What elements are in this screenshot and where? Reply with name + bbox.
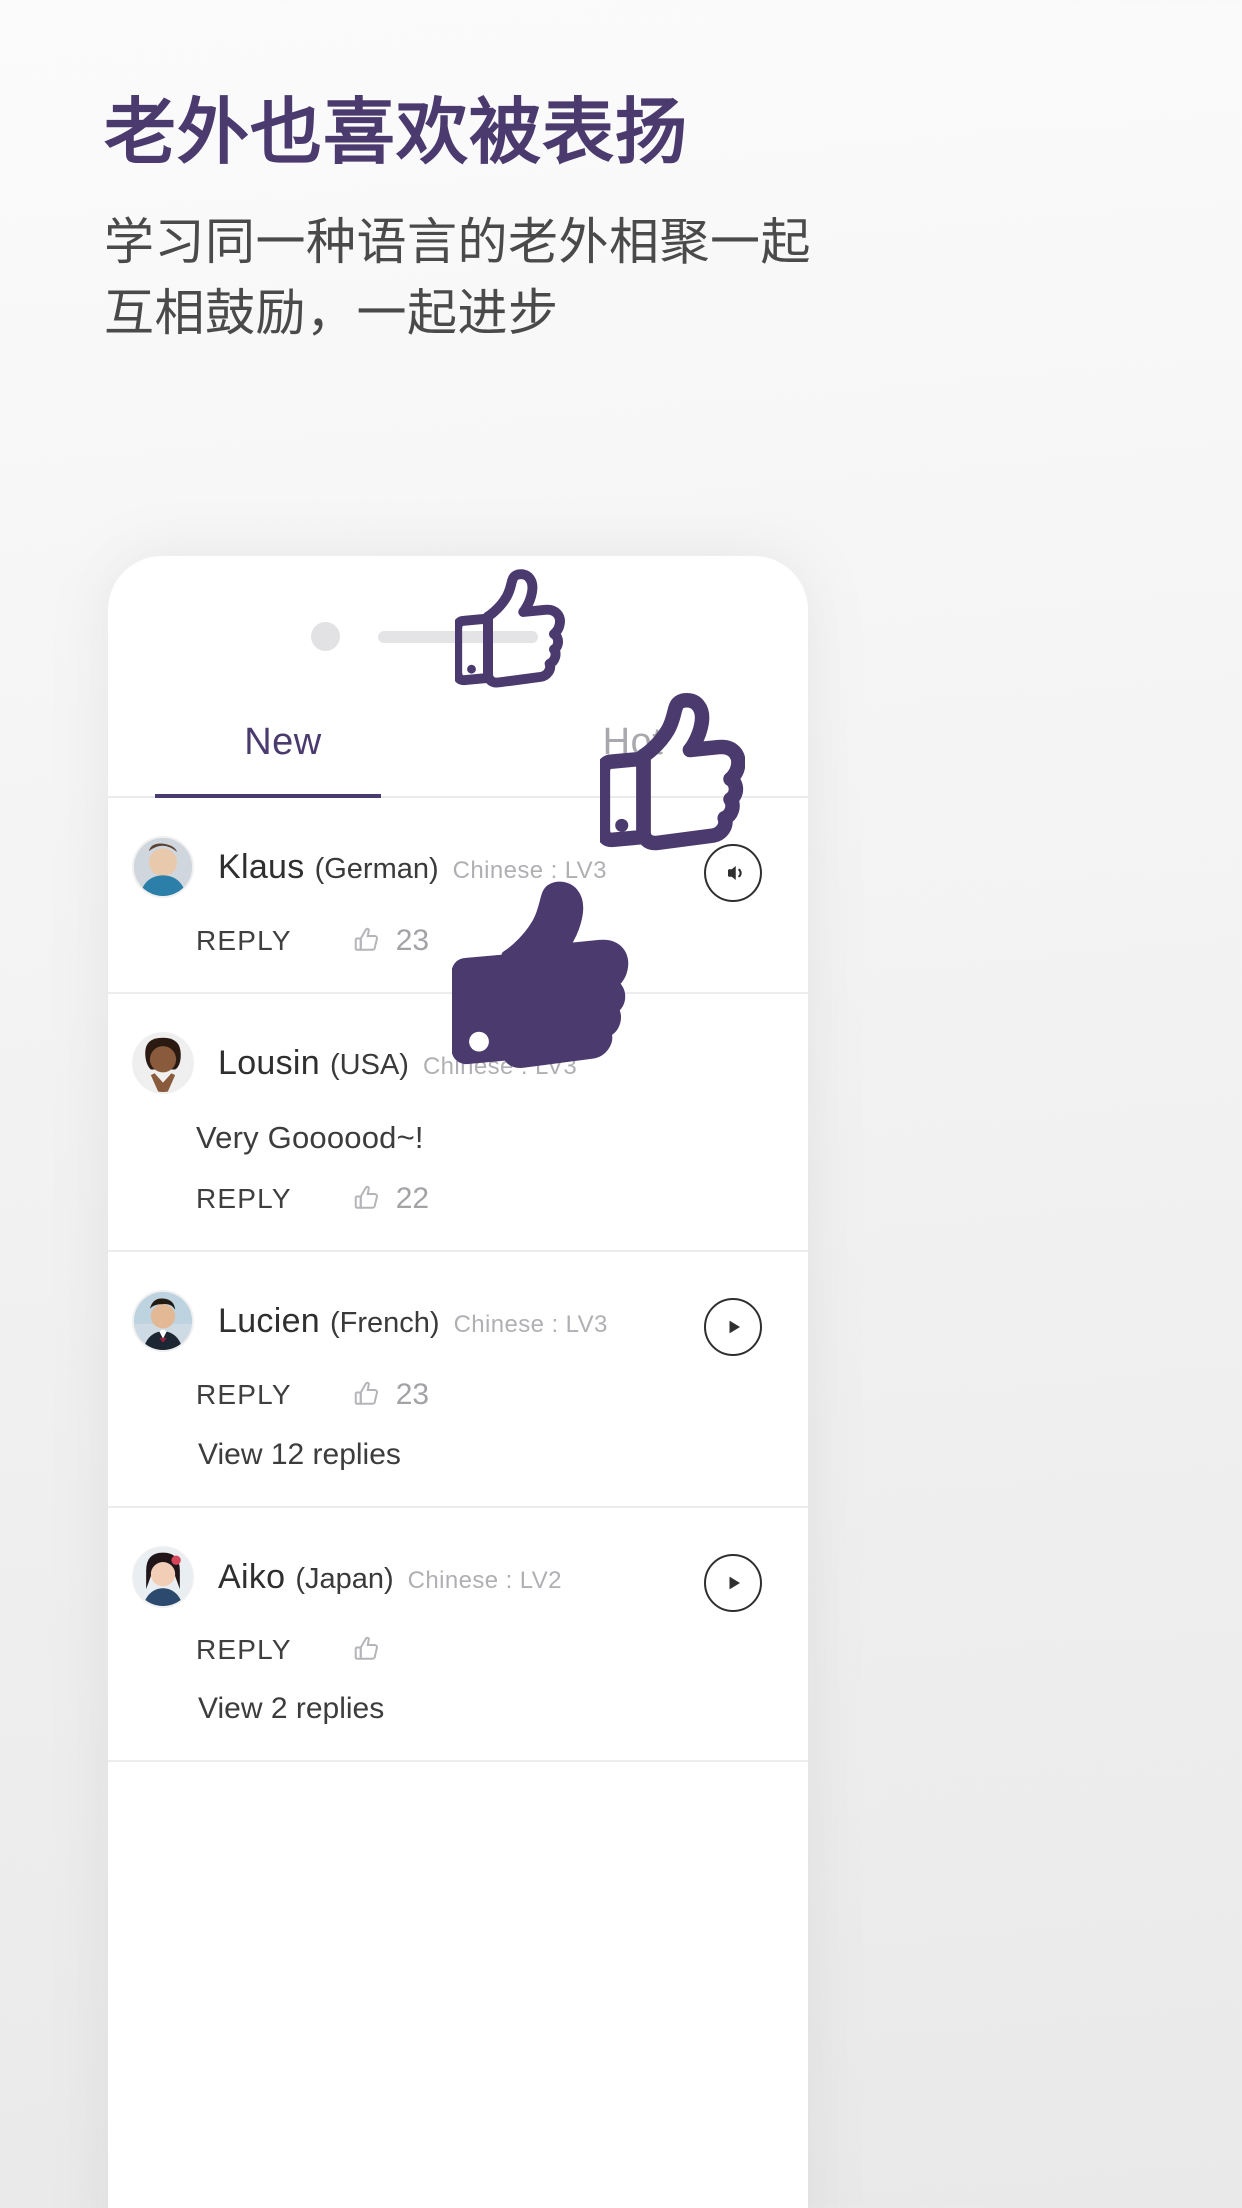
user-country: (USA) xyxy=(330,1048,409,1081)
phone-mockup-card: New Hot Klaus (German) Chinese: LV3 REP… xyxy=(108,556,808,2208)
page-subtitle-line-1: 学习同一种语言的老外相聚一起 xyxy=(104,212,811,271)
user-identity: Lousin (USA) Chinese : LV3 xyxy=(218,1044,577,1083)
user-identity: Aiko (Japan) Chinese : LV2 xyxy=(218,1558,562,1597)
table-row[interactable]: Lucien (French) Chinese : LV3 REPLY 23 V… xyxy=(108,1252,808,1508)
user-level: Chinese : LV3 xyxy=(453,1310,608,1338)
comment-header: Aiko (Japan) Chinese : LV2 xyxy=(128,1546,762,1608)
user-name: Lucien xyxy=(218,1301,320,1340)
avatar xyxy=(132,1546,194,1608)
table-row[interactable]: Lousin (USA) Chinese : LV3 Very Goooood~… xyxy=(108,994,808,1252)
comment-list: Klaus (German) Chinese : LV3 REPLY 23 Lo… xyxy=(108,798,808,1762)
like-count: 22 xyxy=(395,1182,430,1215)
thumbs-up-icon xyxy=(354,927,378,951)
tab-new[interactable]: New xyxy=(108,686,458,798)
page-subtitle-line-2: 互相鼓励，一起进步 xyxy=(104,283,559,342)
table-row[interactable]: Klaus (German) Chinese : LV3 REPLY 23 xyxy=(108,798,808,994)
comment-text: Very Goooood~! xyxy=(196,1120,424,1155)
status-pill-icon xyxy=(378,631,538,643)
comment-header: Lousin (USA) Chinese : LV3 xyxy=(128,1032,762,1094)
comment-actions: REPLY 23 xyxy=(196,1378,762,1412)
thumbs-up-icon xyxy=(354,1381,378,1405)
page-title: 老外也喜欢被表扬 xyxy=(104,90,689,174)
like-button[interactable]: 23 xyxy=(352,924,429,958)
comment-actions: REPLY 22 xyxy=(196,1182,762,1216)
sound-icon[interactable] xyxy=(704,844,762,902)
comment-actions: REPLY xyxy=(196,1634,762,1666)
like-button[interactable]: 23 xyxy=(352,1378,429,1412)
view-replies-link[interactable]: View 2 replies xyxy=(198,1692,762,1726)
like-count: 23 xyxy=(395,1378,430,1411)
tab-new-label: New xyxy=(244,720,322,763)
play-icon[interactable] xyxy=(704,1298,762,1356)
user-country: (German) xyxy=(314,852,439,885)
user-identity: Klaus (German) Chinese : LV3 xyxy=(218,848,607,887)
user-name: Aiko xyxy=(218,1557,286,1596)
page-subtitle: 学习同一种语言的老外相聚一起 互相鼓励，一起进步 xyxy=(104,207,1144,349)
user-level: Chinese : LV3 xyxy=(422,1052,578,1080)
comment-header: Lucien (French) Chinese : LV3 xyxy=(128,1290,762,1352)
reply-button[interactable]: REPLY xyxy=(196,1183,292,1215)
status-dot-icon xyxy=(311,622,340,651)
thumbs-up-icon xyxy=(354,1185,378,1209)
like-button[interactable] xyxy=(352,1635,396,1665)
comment-header: Klaus (German) Chinese : LV3 xyxy=(128,836,762,898)
reply-button[interactable]: REPLY xyxy=(196,1379,292,1411)
tab-hot[interactable]: Hot xyxy=(458,686,808,798)
avatar xyxy=(132,836,194,898)
user-country: (Japan) xyxy=(295,1562,394,1595)
user-country: (French) xyxy=(330,1306,440,1339)
table-row[interactable]: Aiko (Japan) Chinese : LV2 REPLY View 2 … xyxy=(108,1508,808,1762)
user-identity: Lucien (French) Chinese : LV3 xyxy=(218,1302,608,1341)
user-level: Chinese : LV3 xyxy=(452,856,607,884)
like-button[interactable]: 22 xyxy=(352,1182,429,1216)
like-count: 23 xyxy=(395,924,430,957)
tab-hot-label: Hot xyxy=(602,720,664,763)
comment-actions: REPLY 23 xyxy=(196,924,762,958)
user-level: Chinese : LV2 xyxy=(407,1566,562,1594)
tab-bar: New Hot xyxy=(108,686,808,798)
reply-button[interactable]: REPLY xyxy=(196,1634,292,1666)
user-name: Klaus xyxy=(218,847,305,886)
thumbs-up-icon xyxy=(354,1636,378,1660)
headline-block: 老外也喜欢被表扬 学习同一种语言的老外相聚一起 互相鼓励，一起进步 xyxy=(104,92,1144,349)
reply-button[interactable]: REPLY xyxy=(196,925,292,957)
avatar xyxy=(132,1032,194,1094)
view-replies-link[interactable]: View 12 replies xyxy=(198,1438,762,1472)
user-name: Lousin xyxy=(218,1043,320,1082)
play-icon[interactable] xyxy=(704,1554,762,1612)
avatar xyxy=(132,1290,194,1352)
card-top-bar xyxy=(108,556,808,686)
